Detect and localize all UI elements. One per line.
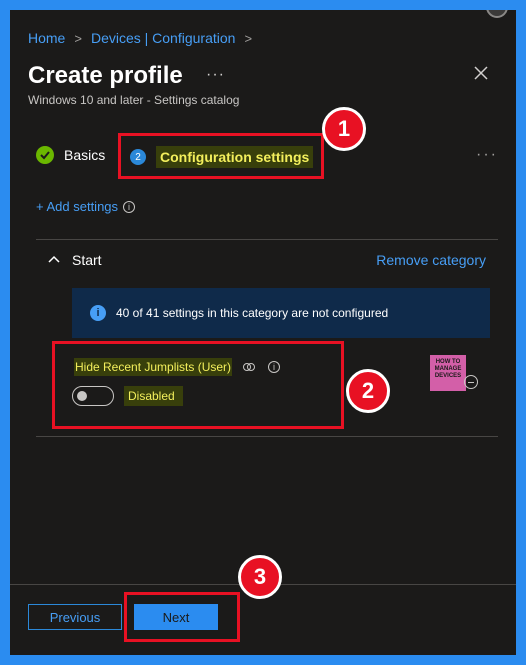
more-tabs-icon[interactable]: ···	[476, 146, 498, 164]
add-settings-label: + Add settings	[36, 199, 119, 214]
divider	[36, 239, 498, 240]
checkmark-icon	[36, 146, 54, 164]
add-settings-link[interactable]: + Add settings i	[36, 199, 136, 214]
more-options-icon[interactable]: ···	[206, 66, 225, 84]
annotation-badge-2: 2	[346, 369, 390, 413]
breadcrumb-devices-configuration[interactable]: Devices | Configuration	[91, 30, 235, 46]
create-profile-panel: Home > Devices | Configuration > Create …	[10, 10, 516, 655]
breadcrumb-home[interactable]: Home	[28, 30, 65, 46]
annotation-badge-1: 1	[322, 107, 366, 151]
info-bar-text: 40 of 41 settings in this category are n…	[116, 306, 389, 320]
remove-category-button[interactable]: Remove category	[376, 252, 486, 268]
chevron-right-icon: >	[244, 30, 253, 46]
close-icon[interactable]	[470, 62, 492, 84]
tab-basics-label: Basics	[64, 147, 106, 163]
annotation-box-3	[124, 592, 240, 642]
info-bar: i 40 of 41 settings in this category are…	[72, 288, 490, 338]
remove-setting-icon[interactable]	[464, 375, 478, 389]
chevron-right-icon: >	[74, 30, 82, 46]
annotation-box-1	[118, 133, 324, 179]
annotation-badge-3: 3	[238, 555, 282, 599]
page-subtitle: Windows 10 and later - Settings catalog	[28, 93, 240, 107]
chevron-up-icon[interactable]	[48, 254, 60, 266]
previous-button[interactable]: Previous	[28, 604, 122, 630]
how-to-manage-devices-logo: HOW TO MANAGE DEVICES	[430, 355, 466, 391]
info-icon[interactable]: i	[123, 200, 136, 213]
tab-basics[interactable]: Basics	[36, 146, 105, 164]
info-icon: i	[90, 305, 106, 321]
annotation-box-2	[52, 341, 344, 429]
divider	[36, 436, 498, 437]
category-name: Start	[72, 252, 102, 268]
breadcrumb: Home > Devices | Configuration >	[28, 30, 261, 46]
account-avatar-icon[interactable]	[486, 10, 508, 18]
page-title: Create profile	[28, 62, 183, 89]
